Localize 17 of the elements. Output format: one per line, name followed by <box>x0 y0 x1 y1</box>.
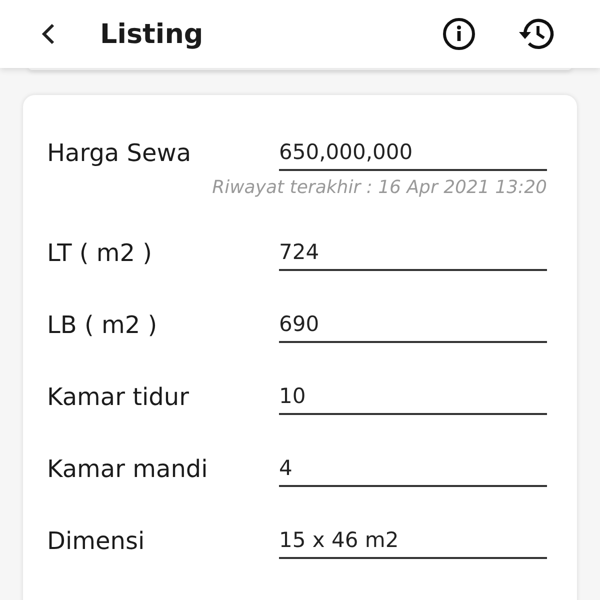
input-field[interactable]: 15 x 46 m2 <box>279 528 547 559</box>
input-field[interactable]: 10 <box>279 384 547 415</box>
field-label: Dimensi <box>47 527 146 557</box>
input-field[interactable]: 650,000,000 <box>279 140 547 171</box>
field-label: Kamar tidur <box>47 383 190 413</box>
page-title: Listing <box>100 18 204 50</box>
back-icon[interactable] <box>40 22 56 46</box>
field-label: LB ( m2 ) <box>47 311 158 341</box>
info-icon[interactable] <box>442 17 476 51</box>
input-field[interactable]: 724 <box>279 240 547 271</box>
history-icon[interactable] <box>516 16 556 52</box>
field-label: Harga Sewa <box>47 139 192 169</box>
field-label: Kamar mandi <box>47 455 209 485</box>
history-note: Riwayat terakhir : 16 Apr 2021 13:20 <box>211 177 547 200</box>
input-field[interactable]: 690 <box>279 312 547 343</box>
input-field[interactable]: 4 <box>279 456 547 487</box>
field-label: LT ( m2 ) <box>47 239 153 269</box>
